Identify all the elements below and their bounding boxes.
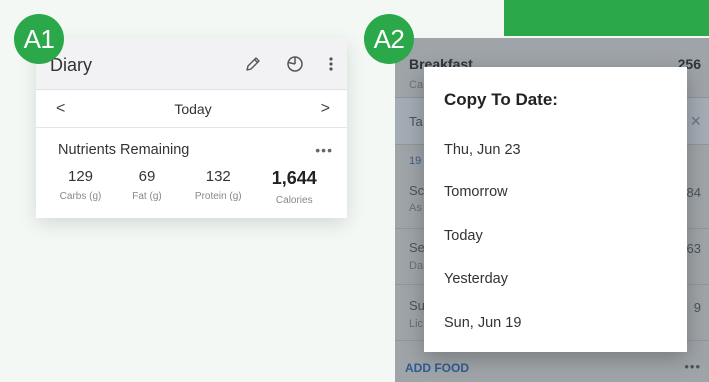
nutrient-carbs: 129 Carbs (g) (52, 168, 109, 206)
diary-header: Diary (36, 38, 347, 90)
more-vertical-icon[interactable] (327, 54, 335, 74)
chevron-left-icon[interactable]: < (56, 100, 65, 118)
date-option[interactable]: Tomorrow (444, 184, 508, 200)
nutrients-remaining-title: Nutrients Remaining (58, 142, 190, 158)
nutrient-label: Fat (g) (132, 191, 162, 202)
food-sub: Da (409, 260, 424, 272)
time-label: 19 (409, 155, 422, 167)
food-calories: 63 (686, 241, 701, 256)
date-navigator: < Today > (36, 90, 347, 128)
date-option[interactable]: Today (444, 228, 483, 244)
nutrient-fat: 69 Fat (g) (109, 168, 185, 206)
page-title: Diary (50, 55, 93, 75)
date-option[interactable]: Sun, Jun 19 (444, 315, 521, 331)
more-horizontal-icon[interactable]: ••• (315, 142, 333, 158)
label-badge-a1: A1 (14, 14, 64, 64)
nutrient-label: Carbs (g) (59, 191, 102, 202)
date-option[interactable]: Yesterday (444, 271, 508, 287)
nutrient-calories: 1,644 Calories (252, 168, 338, 206)
food-name: Su (409, 298, 425, 313)
date-option[interactable]: Thu, Jun 23 (444, 142, 521, 158)
nutrient-value: 132 (205, 168, 231, 185)
tab-label: Ta (409, 114, 423, 129)
pencil-icon[interactable] (243, 54, 263, 74)
nutrients-summary[interactable]: 129 Carbs (g) 69 Fat (g) 132 Protein (g)… (36, 158, 347, 206)
food-name: Se (409, 240, 425, 255)
chevron-right-icon[interactable]: > (321, 100, 330, 118)
nutrient-value: 69 (138, 168, 156, 185)
add-food-link[interactable]: ADD FOOD (405, 361, 469, 375)
more-horizontal-icon[interactable]: ••• (684, 359, 701, 374)
nutrient-protein: 132 Protein (g) (185, 168, 252, 206)
meal-subtitle: Ca (409, 79, 424, 91)
current-date-label[interactable]: Today (174, 101, 211, 117)
diary-panel: Diary < Today > Nutrients Remaining ••• … (36, 38, 347, 218)
food-calories: 9 (693, 300, 701, 315)
nutrient-label: Protein (g) (194, 191, 242, 202)
top-green-banner (504, 0, 709, 36)
dialog-title: Copy To Date: (444, 90, 558, 109)
nutrient-value: 129 (67, 168, 94, 185)
food-name: Sc (409, 183, 425, 198)
food-calories: 84 (686, 185, 701, 200)
nutrient-label: Calories (275, 195, 313, 206)
food-sub: Lic (409, 318, 424, 330)
close-icon[interactable]: × (690, 111, 701, 132)
food-sub: As (409, 202, 422, 214)
label-badge-a2: A2 (364, 14, 414, 64)
nutrient-value: 1,644 (271, 168, 317, 188)
pie-chart-icon[interactable] (285, 54, 305, 74)
copy-to-date-dialog: Copy To Date: Thu, Jun 23 Tomorrow Today… (424, 67, 687, 352)
